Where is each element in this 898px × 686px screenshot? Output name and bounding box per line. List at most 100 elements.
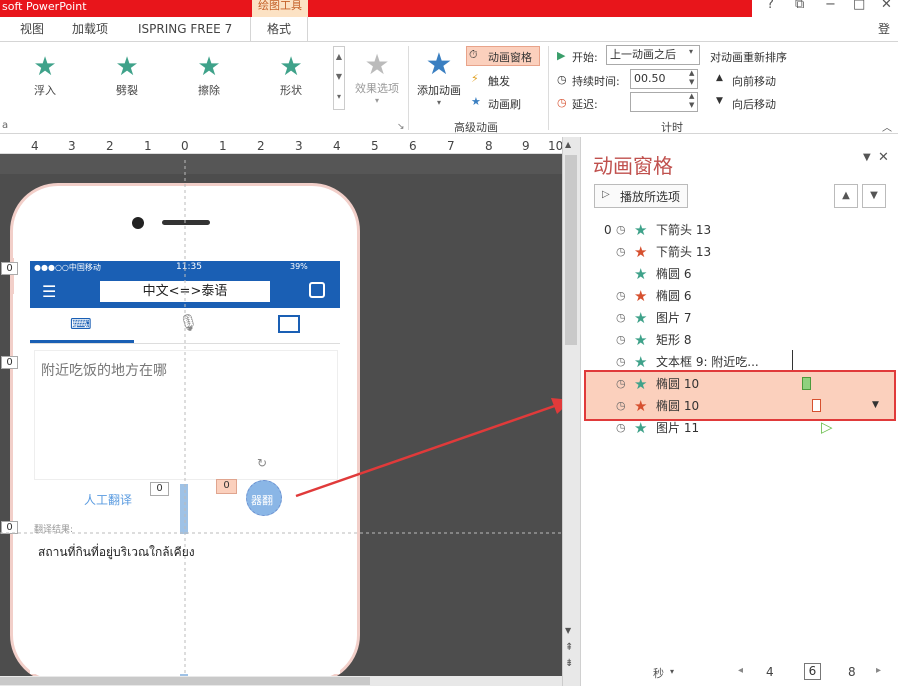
ruler-tick: 6: [409, 139, 417, 153]
rotate-handle-icon[interactable]: ↻: [257, 456, 267, 470]
gallery-scroll[interactable]: ▲ ▼ ▾: [333, 46, 345, 110]
item-number: 0: [604, 223, 612, 237]
keyboard-icon: [309, 282, 325, 298]
restore-icon[interactable]: ⧉: [795, 0, 804, 12]
animation-tag[interactable]: 0: [1, 262, 18, 275]
clock-icon: ◷: [616, 355, 626, 368]
item-dropdown-icon[interactable]: ▼: [872, 400, 879, 410]
clock-icon: ◷: [616, 223, 626, 236]
scroll-down-icon[interactable]: ▼: [565, 626, 571, 635]
animation-pane-title: 动画窗格: [593, 154, 673, 178]
collapse-ribbon-icon[interactable]: ︿: [882, 119, 892, 134]
ruler-tick: 4: [333, 139, 341, 153]
ruler-tick: 8: [485, 139, 493, 153]
duration-label: 持续时间:: [572, 75, 620, 88]
pane-options-icon[interactable]: ▼: [863, 152, 871, 163]
animation-item[interactable]: ◷ ★ 文本框 9: 附近吃...: [596, 351, 886, 373]
animation-item[interactable]: ◷ ★ 下箭头 13: [596, 241, 886, 263]
exit-star-icon: ★: [634, 243, 648, 261]
animation-item[interactable]: 0 ◷ ★ 下箭头 13: [596, 219, 886, 241]
tab-view[interactable]: 视图: [20, 17, 44, 41]
clock-icon: ◷: [616, 421, 626, 434]
animation-pane-icon: ⏱: [469, 48, 478, 61]
group-timing: 计时: [661, 121, 683, 134]
ruler-tick: 7: [447, 139, 455, 153]
horizontal-scroll-thumb[interactable]: [0, 677, 370, 685]
ribbon-tab-row: [0, 17, 898, 41]
trigger-button[interactable]: 触发: [488, 73, 510, 89]
duration-spinner[interactable]: ▲ ▼: [689, 69, 694, 87]
language-title: 中文<=>泰语: [100, 281, 270, 302]
exit-star-icon: ★: [634, 287, 648, 305]
animation-tag[interactable]: 0: [1, 521, 18, 534]
item-name: 图片 11: [656, 421, 700, 435]
dialog-launcher-icon[interactable]: ↘: [397, 122, 405, 132]
help-icon[interactable]: ?: [767, 0, 774, 12]
duration-input[interactable]: 00.50: [630, 69, 698, 89]
phone-camera: [132, 217, 144, 229]
add-animation-button[interactable]: ★ 添加动画 ▾: [414, 48, 464, 108]
animation-item[interactable]: ◷ ★ 椭圆 10: [596, 373, 886, 395]
clock-icon: ◷: [616, 333, 626, 346]
entrance-star-icon: ★: [634, 221, 648, 239]
move-earlier-button[interactable]: 向前移动: [732, 73, 776, 89]
timeline-prev-icon[interactable]: ◂: [738, 665, 743, 676]
arrow-down-icon: ▼: [716, 96, 723, 106]
clock-icon: ◷: [616, 377, 626, 390]
ruler-tick: 9: [522, 139, 530, 153]
animation-item[interactable]: ◷ ★ 图片 7: [596, 307, 886, 329]
effect-wipe[interactable]: ★ 擦除: [184, 52, 234, 98]
entrance-star-icon: ★: [634, 331, 648, 349]
star-icon: ★: [33, 52, 57, 82]
chevron-down-icon: ▾: [670, 667, 675, 676]
human-translate-button: 人工翻译: [84, 493, 133, 507]
effect-shape[interactable]: ★ 形状: [266, 52, 316, 98]
entrance-star-icon: ★: [634, 353, 648, 371]
effect-float-in[interactable]: ★ 浮入: [20, 52, 70, 98]
animation-tag[interactable]: 0: [1, 356, 18, 369]
close-icon[interactable]: ✕: [881, 0, 892, 12]
tab-format[interactable]: 格式: [250, 17, 308, 41]
animation-tag-selected[interactable]: 0: [216, 479, 237, 494]
move-later-button[interactable]: 向后移动: [732, 96, 776, 112]
clock-icon: ◷: [616, 289, 626, 302]
timing-bar[interactable]: [812, 399, 821, 412]
effect-split[interactable]: ★ 劈裂: [102, 52, 152, 98]
timing-bar[interactable]: [802, 377, 811, 390]
seconds-dropdown[interactable]: 秒: [653, 665, 664, 681]
move-up-button[interactable]: ▲: [834, 184, 858, 208]
effect-options-button[interactable]: ★ 效果选项 ▾: [352, 48, 402, 106]
timing-triangle-icon: ▷: [821, 418, 833, 436]
ruler-tick: 10: [548, 139, 564, 153]
separator: [548, 46, 549, 130]
maximize-icon[interactable]: □: [853, 0, 865, 12]
animation-item[interactable]: ◷ ★ 矩形 8: [596, 329, 886, 351]
animation-painter-button[interactable]: 动画刷: [488, 96, 521, 112]
animation-tag[interactable]: 0: [150, 482, 169, 496]
previous-slide-icon[interactable]: ⇞: [565, 642, 573, 653]
scroll-up-icon[interactable]: ▲: [565, 140, 571, 149]
animation-item[interactable]: ◷ ★ 椭圆 10: [596, 395, 886, 417]
pane-close-icon[interactable]: ✕: [878, 150, 889, 165]
timeline-next-icon[interactable]: ▸: [876, 665, 881, 676]
vertical-scroll-thumb[interactable]: [565, 155, 577, 345]
animation-item[interactable]: ◷ ★ 椭圆 6: [596, 285, 886, 307]
drawing-tools-context-tab[interactable]: 绘图工具: [252, 0, 308, 17]
animation-item[interactable]: ◷ ★ 图片 11: [596, 417, 886, 439]
start-select[interactable]: 上一动画之后: [606, 45, 700, 65]
delay-spinner[interactable]: ▲ ▼: [689, 92, 694, 110]
animation-item[interactable]: ★ 椭圆 6: [596, 263, 886, 285]
next-slide-icon[interactable]: ⇟: [565, 658, 573, 669]
ruler-tick: 2: [106, 139, 114, 153]
item-name: 椭圆 10: [656, 399, 700, 413]
star-icon: ★: [364, 48, 390, 81]
play-icon: ▷: [602, 189, 610, 200]
tab-addins[interactable]: 加载项: [72, 17, 108, 41]
login-link[interactable]: 登录: [878, 17, 898, 60]
clock-icon: ◷: [616, 399, 626, 412]
delay-input[interactable]: [630, 92, 698, 112]
move-down-button[interactable]: ▼: [862, 184, 886, 208]
minimize-icon[interactable]: −: [825, 0, 836, 12]
tab-ispring[interactable]: ISPRING FREE 7: [138, 17, 232, 41]
item-name: 矩形 8: [656, 333, 692, 347]
